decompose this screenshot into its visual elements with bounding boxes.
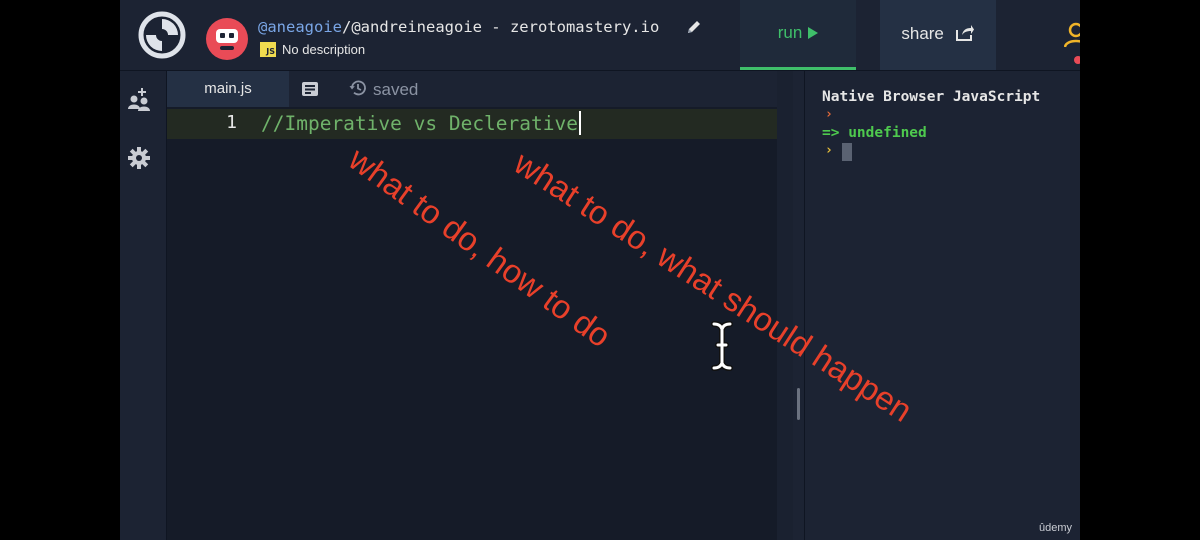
play-icon [808, 27, 819, 39]
notification-dot [1074, 56, 1080, 64]
files-icon[interactable] [301, 81, 319, 97]
pane-divider[interactable] [777, 71, 793, 540]
console-result: => undefined [822, 125, 927, 141]
run-button[interactable]: run [740, 0, 856, 70]
resize-handle[interactable] [797, 388, 800, 420]
repl-window: @aneagoie/@andreineagoie - zerotomastery… [120, 0, 1080, 540]
divider-line [804, 71, 805, 540]
share-label: share [901, 24, 944, 43]
user-icon[interactable] [1064, 22, 1080, 48]
run-label: run [777, 23, 803, 42]
repl-owner-link[interactable]: @aneagoie [258, 18, 342, 36]
saved-label: saved [373, 80, 419, 99]
udemy-watermark: ûdemy [1038, 522, 1072, 534]
editor-tab-bar: main.js saved [167, 71, 777, 107]
console-title: Native Browser JavaScript [822, 89, 1041, 105]
repl-title[interactable]: @aneagoie/@andreineagoie - zerotomastery… [258, 18, 659, 36]
text-cursor [578, 111, 581, 135]
prompt-symbol: › [825, 143, 833, 158]
repl-name[interactable]: /@andreineagoie - zerotomastery.io [342, 18, 659, 36]
console-input-cursor[interactable] [842, 143, 852, 161]
pencil-icon[interactable] [686, 19, 702, 35]
sidebar [120, 71, 167, 540]
top-bar: @aneagoie/@andreineagoie - zerotomastery… [120, 0, 1080, 71]
avatar[interactable] [206, 18, 248, 60]
settings-icon[interactable] [128, 147, 150, 169]
text-cursor-icon [711, 321, 733, 371]
language-badge: JS [260, 42, 276, 57]
multiplayer-icon[interactable] [125, 87, 153, 113]
code-comment[interactable]: //Imperative vs Declerative [261, 112, 578, 135]
code-editor[interactable]: main.js saved 1 //Imperative vs Declerat… [167, 71, 777, 540]
code-line[interactable]: //Imperative vs Declerative [261, 111, 581, 135]
tab-main-js[interactable]: main.js [167, 71, 289, 107]
history-icon [349, 80, 366, 96]
console-pane[interactable]: Native Browser JavaScript › => undefined… [806, 71, 1080, 540]
line-number: 1 [226, 112, 237, 133]
prompt-symbol: › [825, 107, 833, 122]
repl-logo-icon[interactable] [138, 11, 186, 59]
share-icon [955, 25, 974, 41]
share-button[interactable]: share [880, 0, 996, 70]
repl-description[interactable]: No description [282, 42, 365, 57]
saved-status: saved [349, 79, 418, 100]
